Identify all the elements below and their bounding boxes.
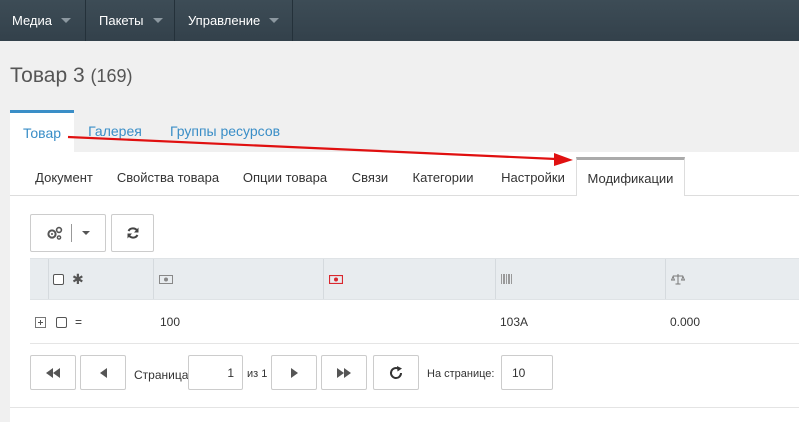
tab-gallery[interactable]: Галерея: [80, 110, 150, 152]
nav-menu-media-label: Медиа: [12, 13, 52, 28]
expand-cell: [35, 300, 47, 344]
actions-dropdown-button[interactable]: [30, 214, 106, 252]
tab-resource-groups-label: Группы ресурсов: [169, 123, 281, 139]
table-row[interactable]: = 100 103A 0.000: [30, 300, 799, 344]
top-navbar: Медиа Пакеты Управление: [0, 0, 799, 41]
tab-links[interactable]: Связи: [344, 158, 396, 196]
tab-product-options[interactable]: Опции товара: [236, 158, 334, 196]
per-page-value: 10: [512, 365, 526, 380]
caret-down-icon: [81, 231, 90, 235]
nav-menu-media[interactable]: Медиа: [0, 0, 86, 41]
column-header-mark[interactable]: ✱: [68, 259, 153, 299]
double-chevron-right-icon: [337, 367, 351, 378]
page-title-text: Товар 3: [10, 64, 85, 87]
nav-menu-packages[interactable]: Пакеты: [87, 0, 175, 41]
cell-mark: =: [75, 315, 83, 329]
asterisk-icon: ✱: [72, 270, 84, 287]
barcode-icon: [501, 274, 512, 284]
cell-price: 100: [160, 315, 181, 329]
cell-article: 103A: [500, 315, 529, 329]
column-header-price[interactable]: [153, 259, 323, 299]
tab-modifications-label: Модификации: [587, 170, 674, 186]
scales-icon: [671, 274, 685, 285]
tab-product-label: Товар: [22, 124, 62, 141]
next-page-button[interactable]: [271, 355, 317, 390]
page-label: Страница: [134, 368, 189, 382]
expand-row-icon[interactable]: [35, 316, 46, 328]
tab-product-properties-label: Свойства товара: [116, 169, 220, 185]
nav-menu-packages-label: Пакеты: [99, 13, 144, 28]
row-checkbox[interactable]: [56, 316, 67, 328]
page-number-input[interactable]: 1: [188, 355, 243, 390]
page-title: Товар 3 (169): [10, 64, 133, 88]
double-chevron-left-icon: [46, 367, 60, 378]
select-all-cell: [48, 259, 68, 299]
inner-tab-bar: Документ Свойства товара Опции товара Св…: [10, 157, 799, 196]
tab-document[interactable]: Документ: [24, 158, 104, 196]
per-page-input[interactable]: 10: [501, 355, 553, 390]
gears-icon: [46, 226, 62, 240]
column-header-article[interactable]: [495, 259, 665, 299]
tab-categories[interactable]: Категории: [404, 158, 482, 196]
tab-document-label: Документ: [35, 169, 93, 185]
last-page-button[interactable]: [321, 355, 367, 390]
money-icon: [159, 274, 173, 284]
refresh-icon: [127, 227, 138, 239]
column-header-weight[interactable]: [665, 259, 799, 299]
resource-id: (169): [90, 66, 133, 86]
divider: [10, 407, 799, 408]
select-all-checkbox[interactable]: [53, 273, 64, 285]
chevron-right-icon: [290, 367, 298, 378]
tab-product[interactable]: Товар: [10, 110, 74, 152]
cell-weight: 0.000: [670, 315, 701, 329]
tab-settings-label: Настройки: [501, 169, 565, 185]
tab-links-label: Связи: [351, 169, 389, 185]
per-page-label: На странице:: [427, 368, 495, 380]
tab-resource-groups[interactable]: Группы ресурсов: [160, 110, 290, 152]
page-total-label: из 1: [247, 368, 268, 380]
button-separator: [70, 224, 72, 242]
caret-down-icon: [269, 18, 280, 23]
nav-menu-management-label: Управление: [188, 13, 261, 28]
money-icon: [329, 274, 343, 284]
column-header-old-price[interactable]: [323, 259, 495, 299]
reload-icon: [390, 365, 403, 379]
nav-menu-management[interactable]: Управление: [176, 0, 293, 41]
tab-product-properties[interactable]: Свойства товара: [110, 158, 226, 196]
refresh-button[interactable]: [111, 214, 154, 252]
prev-page-button[interactable]: [80, 355, 126, 390]
tab-gallery-label: Галерея: [88, 123, 142, 139]
first-page-button[interactable]: [30, 355, 76, 390]
caret-down-icon: [152, 18, 163, 23]
tab-product-options-label: Опции товара: [242, 169, 328, 185]
caret-down-icon: [61, 18, 71, 23]
row-checkbox-cell: [56, 300, 70, 344]
tab-settings[interactable]: Настройки: [490, 158, 576, 196]
tab-categories-label: Категории: [412, 169, 474, 185]
tab-modifications[interactable]: Модификации: [576, 157, 685, 196]
reload-page-button[interactable]: [373, 355, 419, 390]
grid-header: ✱: [30, 258, 799, 300]
page-number-value: 1: [227, 365, 234, 380]
chevron-left-icon: [99, 367, 107, 378]
